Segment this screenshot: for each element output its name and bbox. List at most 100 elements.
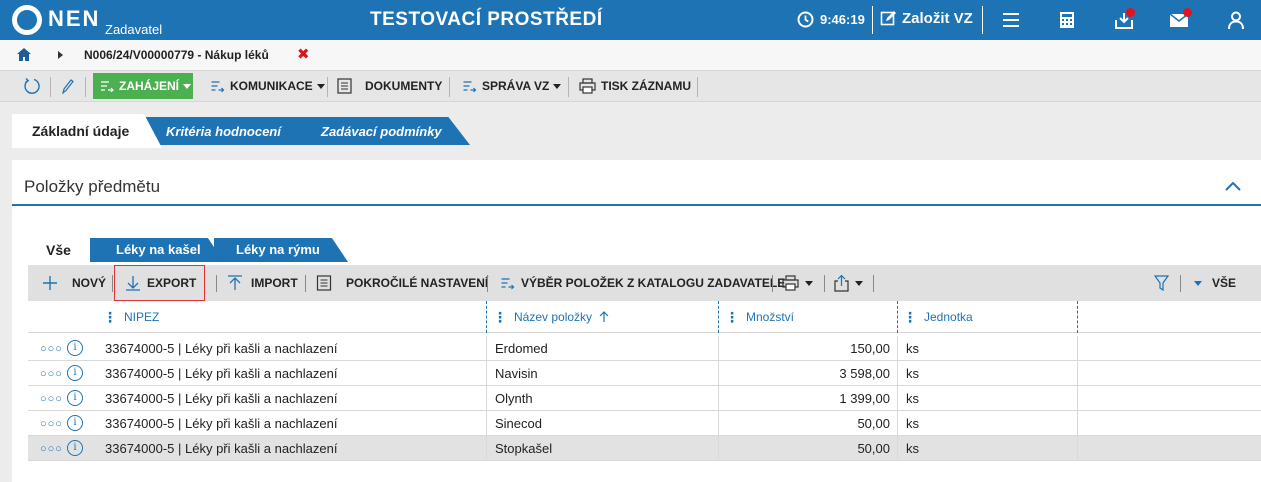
- cell-divider: [1077, 436, 1078, 461]
- nen-logo[interactable]: NEN: [12, 4, 100, 36]
- info-icon[interactable]: i: [67, 440, 83, 456]
- inbox-notification-dot: [1126, 8, 1135, 17]
- refresh-button[interactable]: [23, 71, 46, 101]
- toolbar-divider: [449, 77, 450, 97]
- table-row[interactable]: ○○○ i 33674000-5 | Léky při kašli a nach…: [28, 411, 1261, 436]
- breadcrumb: N006/24/V00000779 - Nákup léků ✖: [0, 40, 1261, 70]
- toolbar-divider: [697, 77, 698, 97]
- calculator-icon[interactable]: [1057, 10, 1077, 30]
- document-icon: [337, 78, 352, 94]
- subtab-label: Léky na kašel: [116, 242, 201, 257]
- subtab-cough[interactable]: Léky na kašel: [90, 238, 224, 262]
- create-contract-button[interactable]: Založit VZ: [880, 10, 973, 27]
- column-divider[interactable]: [1077, 301, 1078, 333]
- subtab-all[interactable]: Vše: [30, 237, 90, 265]
- row-actions-icon[interactable]: ○○○: [40, 419, 63, 430]
- logo-mark-icon: [12, 5, 42, 35]
- toolbar-divider: [112, 275, 113, 292]
- table-row[interactable]: ○○○ i 33674000-5 | Léky při kašli a nach…: [28, 386, 1261, 411]
- info-icon[interactable]: i: [67, 390, 83, 406]
- table-row-selected[interactable]: ○○○ i 33674000-5 | Léky při kašli a nach…: [28, 436, 1261, 461]
- home-icon[interactable]: [17, 48, 31, 61]
- breadcrumb-current[interactable]: N006/24/V00000779 - Nákup léků: [84, 48, 269, 62]
- filter-button[interactable]: [1154, 265, 1175, 301]
- header-divider: [982, 6, 983, 34]
- cell-quantity: 50,00: [857, 416, 890, 431]
- share-dropdown-button[interactable]: [834, 265, 863, 301]
- header-divider: [872, 6, 873, 34]
- column-header-nipez[interactable]: ⋮ NIPEZ: [103, 301, 159, 333]
- cell-divider: [897, 411, 898, 436]
- documents-label: DOKUMENTY: [365, 79, 443, 93]
- toolbar-divider: [487, 275, 488, 292]
- filter-icon: [1154, 275, 1169, 291]
- breadcrumb-arrow-icon: [58, 51, 63, 59]
- print-record-button[interactable]: TISK ZÁZNAMU: [579, 71, 691, 101]
- download-arrow-icon: [126, 276, 140, 291]
- column-divider[interactable]: [486, 301, 487, 333]
- cell-divider: [1077, 336, 1078, 361]
- documents-button[interactable]: DOKUMENTY: [337, 71, 442, 101]
- row-actions-icon[interactable]: ○○○: [40, 344, 63, 355]
- row-actions-icon[interactable]: ○○○: [40, 394, 63, 405]
- column-menu-icon[interactable]: ⋮: [493, 309, 507, 326]
- cell-unit: ks: [906, 366, 919, 381]
- print-dropdown-button[interactable]: [782, 265, 813, 301]
- tab-conditions[interactable]: Zadávací podmínky: [290, 117, 470, 145]
- export-button[interactable]: EXPORT: [125, 265, 196, 301]
- logo-subtitle: Zadavatel: [105, 22, 163, 37]
- user-icon[interactable]: [1226, 10, 1246, 30]
- import-button[interactable]: IMPORT: [227, 265, 298, 301]
- chevron-up-icon[interactable]: [1225, 180, 1241, 192]
- advanced-settings-button[interactable]: POKROČILÉ NASTAVENÍ: [316, 265, 488, 301]
- document-icon: [316, 275, 332, 291]
- cell-nipez: 33674000-5 | Léky při kašli a nachlazení: [105, 416, 338, 431]
- info-icon[interactable]: i: [67, 415, 83, 431]
- column-header-unit[interactable]: ⋮ Jednotka: [903, 301, 973, 333]
- tab-label: Základní údaje: [32, 123, 130, 139]
- subtab-label: Vše: [46, 242, 71, 258]
- info-icon[interactable]: i: [67, 340, 83, 356]
- toolbar-divider: [305, 275, 306, 292]
- management-dropdown-button[interactable]: SPRÁVA VZ: [462, 71, 562, 101]
- flow-icon: [501, 277, 515, 289]
- new-item-button[interactable]: NOVÝ: [42, 265, 106, 301]
- catalog-select-button[interactable]: VÝBĚR POLOŽEK Z KATALOGU ZADAVATELE: [500, 265, 785, 301]
- close-record-icon[interactable]: ✖: [297, 45, 310, 63]
- cell-quantity: 50,00: [857, 441, 890, 456]
- start-dropdown-button[interactable]: ZAHÁJENÍ: [93, 73, 193, 99]
- menu-icon[interactable]: [1001, 10, 1021, 30]
- cell-divider: [718, 361, 719, 386]
- mail-notification-dot: [1183, 8, 1192, 17]
- cell-name: Sinecod: [495, 416, 542, 431]
- cell-nipez: 33674000-5 | Léky při kašli a nachlazení: [105, 366, 338, 381]
- info-icon[interactable]: i: [67, 365, 83, 381]
- column-divider[interactable]: [897, 301, 898, 333]
- column-header-quantity[interactable]: ⋮ Množství: [725, 301, 794, 333]
- tab-basic-info[interactable]: Základní údaje: [12, 114, 162, 148]
- column-menu-icon[interactable]: ⋮: [903, 309, 917, 326]
- edit-button[interactable]: [61, 71, 80, 101]
- environment-title: TESTOVACÍ PROSTŘEDÍ: [370, 9, 603, 30]
- chevron-down-icon: [1194, 280, 1202, 286]
- table-row[interactable]: ○○○ i 33674000-5 | Léky při kašli a nach…: [28, 361, 1261, 386]
- column-menu-icon[interactable]: ⋮: [725, 309, 739, 326]
- table-body: ○○○ i 33674000-5 | Léky při kašli a nach…: [28, 336, 1261, 461]
- cell-divider: [486, 436, 487, 461]
- column-divider[interactable]: [718, 301, 719, 333]
- row-actions-icon[interactable]: ○○○: [40, 369, 63, 380]
- tab-criteria[interactable]: Kritéria hodnocení: [146, 117, 316, 145]
- import-label: IMPORT: [251, 276, 298, 290]
- column-menu-icon[interactable]: ⋮: [103, 309, 117, 326]
- action-toolbar: ZAHÁJENÍ KOMUNIKACE DOKUMENTY SPRÁVA VZ …: [0, 70, 1261, 102]
- print-label: TISK ZÁZNAMU: [601, 79, 691, 93]
- toolbar-divider: [216, 275, 217, 292]
- subtab-rhinitis[interactable]: Léky na rýmu: [214, 238, 348, 262]
- communication-dropdown-button[interactable]: KOMUNIKACE: [210, 71, 325, 101]
- toolbar-divider: [772, 275, 773, 292]
- cell-divider: [897, 361, 898, 386]
- view-filter-dropdown[interactable]: VŠE: [1194, 265, 1236, 301]
- row-actions-icon[interactable]: ○○○: [40, 444, 63, 455]
- table-row[interactable]: ○○○ i 33674000-5 | Léky při kašli a nach…: [28, 336, 1261, 361]
- column-header-name[interactable]: ⋮ Název položky: [493, 301, 609, 333]
